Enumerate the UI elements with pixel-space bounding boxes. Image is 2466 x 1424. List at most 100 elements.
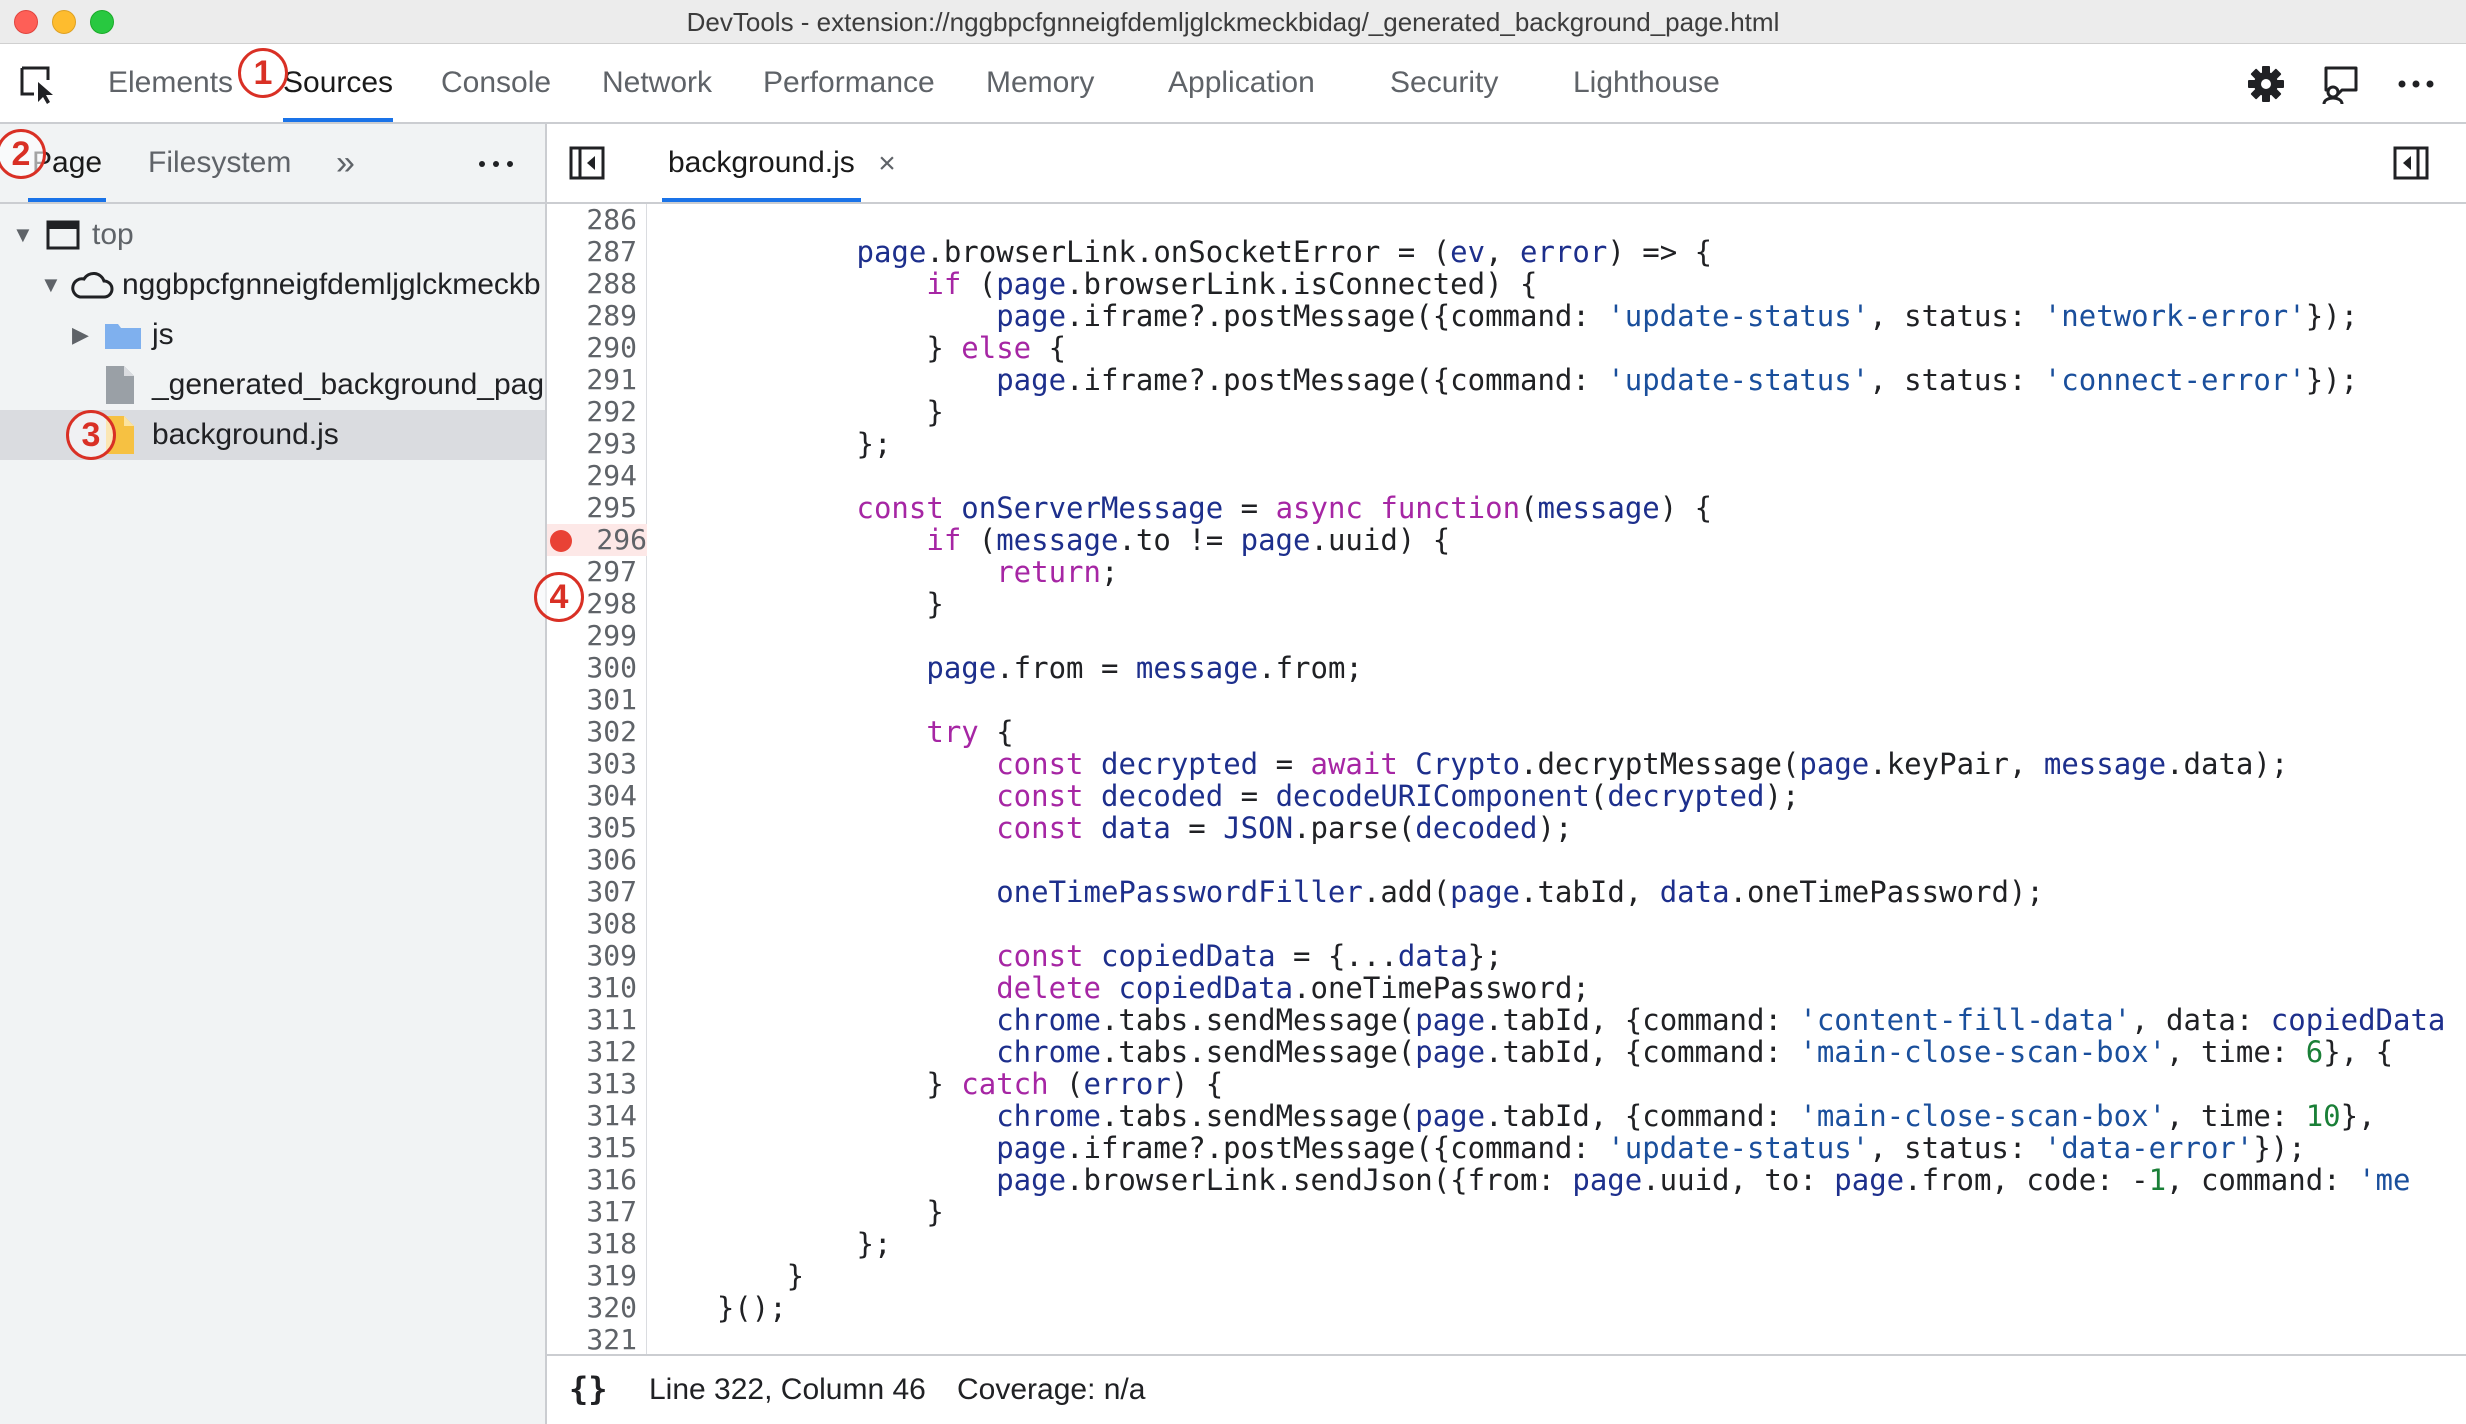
breakpoint-line-number[interactable]: 296 bbox=[547, 524, 647, 556]
navigator-menu-icon[interactable] bbox=[476, 146, 516, 182]
expanded-arrow-icon[interactable]: ▼ bbox=[40, 260, 62, 310]
code-line: }; bbox=[647, 427, 892, 461]
line-number[interactable]: 292 bbox=[547, 396, 637, 428]
tree-item-origin[interactable]: ▼ nggbpcfgnneigfdemljglckmeckb bbox=[0, 260, 545, 310]
cursor-position: Line 322, Column 46 bbox=[649, 1373, 926, 1406]
pretty-print-icon[interactable]: {} bbox=[569, 1370, 608, 1408]
line-number[interactable]: 289 bbox=[547, 300, 637, 332]
line-number[interactable]: 306 bbox=[547, 844, 637, 876]
tab-lighthouse[interactable]: Lighthouse bbox=[1573, 44, 1720, 122]
collapsed-arrow-icon[interactable]: ▶ bbox=[72, 310, 89, 360]
line-number[interactable]: 300 bbox=[547, 652, 637, 684]
tab-memory[interactable]: Memory bbox=[986, 44, 1094, 122]
code-line: } catch (error) { bbox=[647, 1067, 1224, 1101]
tab-network[interactable]: Network bbox=[602, 44, 712, 122]
file-icon bbox=[106, 366, 134, 404]
code-line: delete copiedData.oneTimePassword; bbox=[996, 971, 1590, 1005]
show-debugger-icon[interactable] bbox=[2393, 146, 2429, 180]
window-title: DevTools - extension://nggbpcfgnneigfdem… bbox=[686, 7, 1780, 37]
line-number[interactable]: 320 bbox=[547, 1292, 637, 1324]
line-number[interactable]: 295 bbox=[547, 492, 637, 524]
tab-sources[interactable]: Sources bbox=[283, 44, 394, 122]
line-number[interactable]: 308 bbox=[547, 908, 637, 940]
line-number[interactable]: 314 bbox=[547, 1100, 637, 1132]
tab-background-js[interactable]: background.js bbox=[662, 124, 861, 202]
tab-performance[interactable]: Performance bbox=[763, 44, 935, 122]
code-line: const decrypted = await Crypto.decryptMe… bbox=[996, 747, 2289, 781]
line-number[interactable]: 316 bbox=[547, 1164, 637, 1196]
line-number[interactable]: 290 bbox=[547, 332, 637, 364]
tab-application[interactable]: Application bbox=[1168, 44, 1315, 122]
close-tab-icon[interactable]: × bbox=[867, 144, 907, 184]
line-number[interactable]: 287 bbox=[547, 236, 637, 268]
settings-gear-icon[interactable] bbox=[2244, 62, 2288, 106]
code-line: chrome.tabs.sendMessage(page.tabId, {com… bbox=[996, 1099, 2394, 1133]
code-line: oneTimePasswordFiller.add(page.tabId, da… bbox=[996, 875, 2044, 909]
tree-item-generated-page[interactable]: _generated_background_pag bbox=[0, 360, 545, 410]
feedback-icon[interactable] bbox=[2318, 62, 2362, 106]
coverage-status: Coverage: n/a bbox=[957, 1373, 1146, 1406]
line-number[interactable]: 309 bbox=[547, 940, 637, 972]
line-number[interactable]: 301 bbox=[547, 684, 637, 716]
more-options-icon[interactable] bbox=[2394, 62, 2438, 106]
code-line: } bbox=[647, 395, 944, 429]
callout-4: 4 bbox=[534, 572, 584, 622]
inspect-element-icon[interactable] bbox=[18, 64, 58, 104]
show-navigator-icon[interactable] bbox=[569, 146, 605, 180]
tree-item-top[interactable]: ▼ top bbox=[0, 210, 545, 260]
line-number[interactable]: 291 bbox=[547, 364, 637, 396]
tree-item-label: _generated_background_pag bbox=[152, 368, 545, 401]
line-number[interactable]: 313 bbox=[547, 1068, 637, 1100]
line-number[interactable]: 307 bbox=[547, 876, 637, 908]
code-line: chrome.tabs.sendMessage(page.tabId, {com… bbox=[996, 1035, 2394, 1069]
line-number[interactable]: 302 bbox=[547, 716, 637, 748]
line-number[interactable]: 321 bbox=[547, 1324, 637, 1356]
line-number[interactable]: 286 bbox=[547, 204, 637, 236]
tree-item-label: background.js bbox=[152, 418, 339, 451]
navigator-tab-filesystem[interactable]: Filesystem bbox=[148, 124, 291, 202]
code-line: if (message.to != page.uuid) { bbox=[926, 523, 1451, 557]
line-number[interactable]: 305 bbox=[547, 812, 637, 844]
code-editor[interactable]: page.browserLink.onSocketError = (ev, er… bbox=[647, 204, 2466, 1354]
line-number[interactable]: 315 bbox=[547, 1132, 637, 1164]
line-number[interactable]: 303 bbox=[547, 748, 637, 780]
code-line: const data = JSON.parse(decoded); bbox=[996, 811, 1573, 845]
line-number[interactable]: 311 bbox=[547, 1004, 637, 1036]
line-number[interactable]: 317 bbox=[547, 1196, 637, 1228]
code-line: }(); bbox=[647, 1291, 787, 1325]
code-line: page.iframe?.postMessage({command: 'upda… bbox=[996, 363, 2359, 397]
code-line: return; bbox=[996, 555, 1119, 589]
code-line: } bbox=[647, 1259, 805, 1293]
code-line: if (page.browserLink.isConnected) { bbox=[926, 267, 1538, 301]
line-number[interactable]: 294 bbox=[547, 460, 637, 492]
code-line: page.iframe?.postMessage({command: 'upda… bbox=[996, 1131, 2306, 1165]
main-toolbar: Elements Sources Console Network Perform… bbox=[0, 44, 2466, 124]
line-number-gutter[interactable]: 286 287 288 289 290 291 292 293 294 295 296 297 298 2… bbox=[547, 204, 647, 1356]
line-number[interactable]: 319 bbox=[547, 1260, 637, 1292]
code-line: page.iframe?.postMessage({command: 'upda… bbox=[996, 299, 2359, 333]
expanded-arrow-icon[interactable]: ▼ bbox=[12, 210, 34, 260]
tree-item-label: js bbox=[152, 318, 174, 351]
line-number[interactable]: 318 bbox=[547, 1228, 637, 1260]
frame-icon bbox=[46, 220, 80, 250]
more-tabs-button[interactable]: » bbox=[336, 124, 355, 202]
tab-security[interactable]: Security bbox=[1390, 44, 1498, 122]
breakpoint-marker-icon[interactable] bbox=[550, 530, 572, 552]
folder-icon bbox=[105, 324, 141, 349]
code-line: try { bbox=[926, 715, 1014, 749]
navigator-tabs: Page Filesystem » bbox=[0, 124, 545, 204]
tab-console[interactable]: Console bbox=[441, 44, 551, 122]
line-number[interactable]: 299 bbox=[547, 620, 637, 652]
line-number[interactable]: 304 bbox=[547, 780, 637, 812]
code-line: const copiedData = {...data}; bbox=[996, 939, 1503, 973]
editor-tabbar: background.js × bbox=[547, 124, 2466, 204]
callout-3: 3 bbox=[66, 410, 116, 460]
line-number[interactable]: 293 bbox=[547, 428, 637, 460]
editor-statusbar: {} Line 322, Column 46 Coverage: n/a bbox=[547, 1354, 2466, 1424]
line-number[interactable]: 312 bbox=[547, 1036, 637, 1068]
tab-elements[interactable]: Elements bbox=[108, 44, 233, 122]
line-number[interactable]: 310 bbox=[547, 972, 637, 1004]
tree-item-js-folder[interactable]: ▶ js bbox=[0, 310, 545, 360]
line-number[interactable]: 288 bbox=[547, 268, 637, 300]
code-line: page.browserLink.sendJson({from: page.uu… bbox=[996, 1163, 2411, 1197]
